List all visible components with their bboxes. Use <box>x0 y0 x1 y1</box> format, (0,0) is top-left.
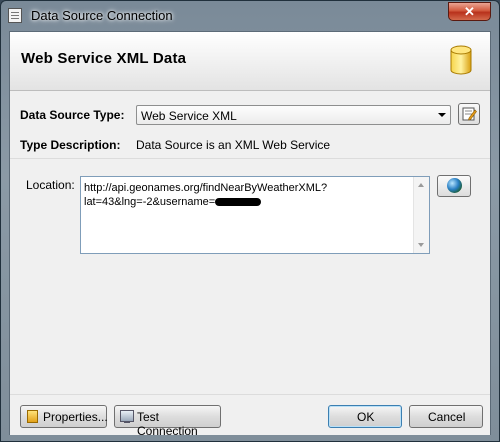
edit-form-icon <box>462 107 477 121</box>
edit-data-source-button[interactable] <box>458 103 480 125</box>
title-bar[interactable]: Data Source Connection ✕ <box>1 1 499 31</box>
chevron-down-icon <box>438 113 446 117</box>
type-description-label: Type Description: <box>20 138 121 152</box>
cancel-label: Cancel <box>428 410 466 424</box>
section-divider <box>10 158 490 159</box>
properties-button[interactable]: Properties... <box>20 405 108 428</box>
redacted-mark <box>215 198 262 207</box>
header-title: Web Service XML Data <box>21 50 187 67</box>
ok-button[interactable]: OK <box>328 405 402 428</box>
properties-label: Properties... <box>43 410 108 424</box>
textarea-scrollbar[interactable] <box>413 177 429 253</box>
connection-icon <box>120 410 134 423</box>
test-connection-label: Test Connection <box>137 410 198 438</box>
location-text: http://api.geonames.org/findNearByWeathe… <box>84 181 412 209</box>
scroll-up-icon[interactable] <box>418 183 424 187</box>
database-icon <box>450 45 472 75</box>
location-textarea[interactable]: http://api.geonames.org/findNearByWeathe… <box>80 176 430 254</box>
test-connection-button[interactable]: Test Connection <box>114 405 221 438</box>
globe-icon <box>447 178 462 193</box>
properties-icon <box>27 410 38 423</box>
ok-label: OK <box>357 410 375 424</box>
dialog-window: Data Source Connection ✕ Web Service XML… <box>0 0 500 442</box>
browse-web-button[interactable] <box>437 175 471 197</box>
data-source-type-value: Web Service XML <box>141 109 237 123</box>
data-source-type-select[interactable]: Web Service XML <box>136 105 451 125</box>
window-title: Data Source Connection <box>31 8 173 23</box>
type-description-value: Data Source is an XML Web Service <box>136 138 331 152</box>
location-label: Location: <box>26 178 75 192</box>
dialog-header: Web Service XML Data <box>10 32 490 91</box>
dialog-client-area: Web Service XML Data Data Source Type: W… <box>9 31 491 438</box>
dialog-footer: Properties... Test Connection OK Cancel <box>10 394 490 438</box>
location-value: http://api.geonames.org/findNearByWeathe… <box>84 182 328 208</box>
app-icon <box>8 8 22 23</box>
data-source-type-label: Data Source Type: <box>20 108 125 122</box>
scroll-down-icon[interactable] <box>418 243 424 247</box>
close-button[interactable]: ✕ <box>448 2 491 21</box>
cancel-button[interactable]: Cancel <box>409 405 483 428</box>
